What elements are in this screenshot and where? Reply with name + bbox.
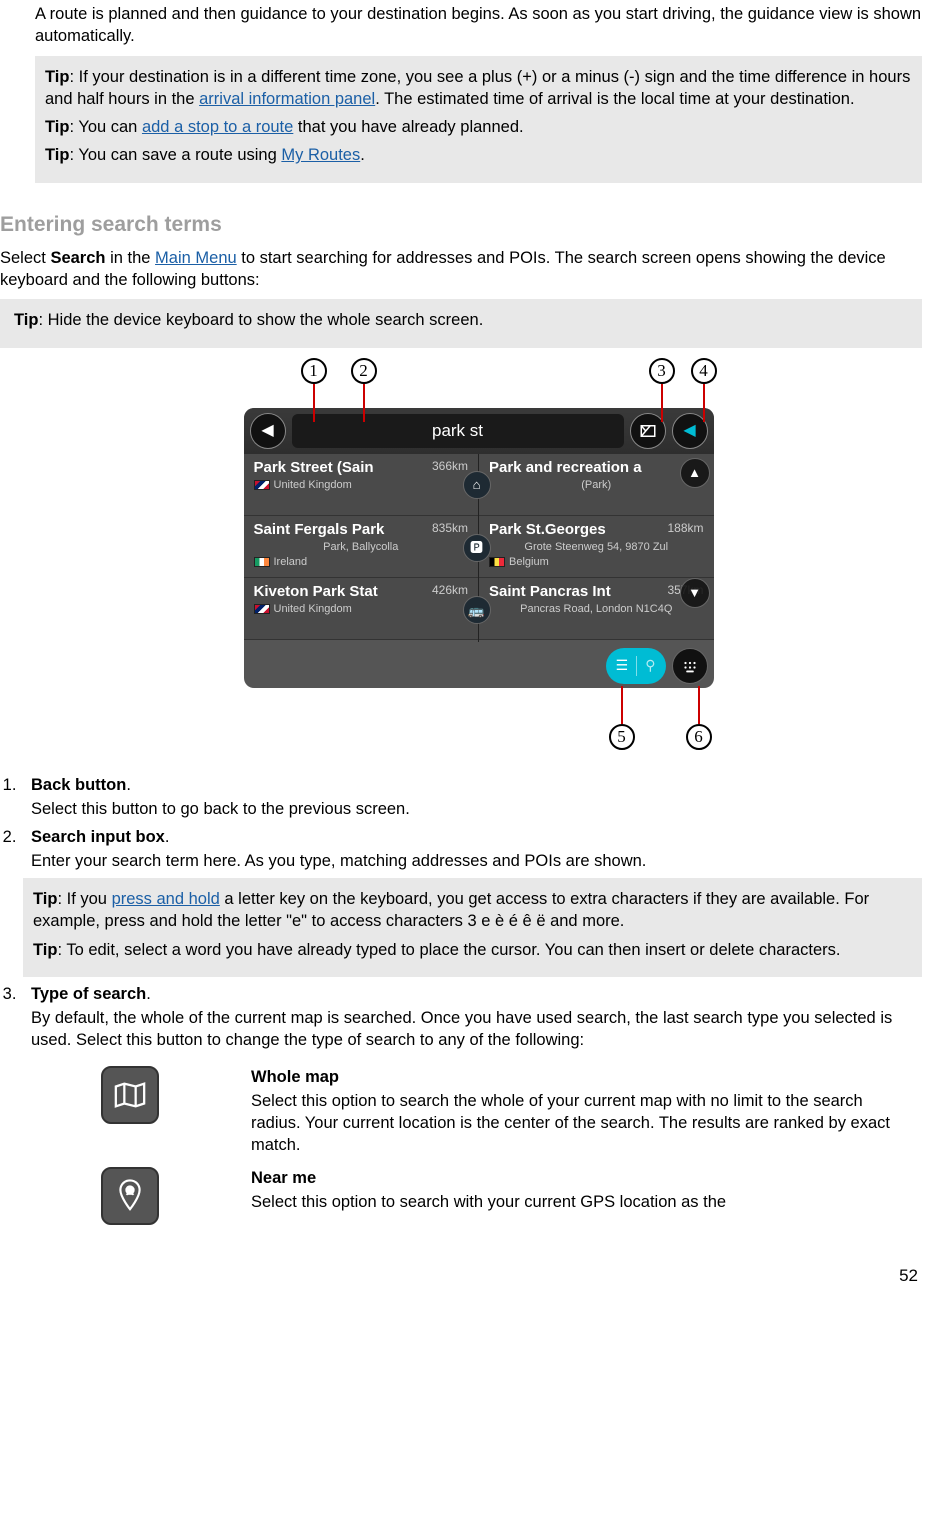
- link-arrival-info-panel[interactable]: arrival information panel: [199, 90, 375, 108]
- keyboard-button[interactable]: [672, 648, 708, 684]
- result-row[interactable]: Park and recreation a (Park): [479, 454, 714, 516]
- whole-map-icon: [101, 1066, 159, 1124]
- tip-text: that you have already planned.: [293, 118, 523, 136]
- category-icon: 🚌: [463, 596, 491, 624]
- callout-4: 4: [691, 358, 717, 384]
- tip-label: Tip: [45, 68, 69, 86]
- near-me-option: Near me Select this option to search wit…: [251, 1167, 912, 1225]
- address-results-column: Park Street (Sain366km United Kingdom Sa…: [244, 454, 480, 642]
- result-row[interactable]: Park Street (Sain366km United Kingdom: [244, 454, 479, 516]
- back-button[interactable]: ◀: [250, 413, 286, 449]
- callout-3: 3: [649, 358, 675, 384]
- tip-text: .: [360, 146, 365, 164]
- tip-label: Tip: [33, 890, 57, 908]
- callout-6: 6: [686, 724, 712, 750]
- callout-2: 2: [351, 358, 377, 384]
- device-screenshot: ◀ park st ◀ Park Street (Sain366km Unite…: [244, 408, 714, 688]
- near-me-icon: [101, 1167, 159, 1225]
- tip-box-3: Tip: If you press and hold a letter key …: [23, 878, 922, 977]
- list-item-3: Type of search. By default, the whole of…: [21, 983, 922, 1225]
- numbered-list: Back button. Select this button to go ba…: [21, 774, 922, 1225]
- search-paragraph: Select Search in the Main Menu to start …: [0, 247, 922, 292]
- result-row[interactable]: Kiveton Park Stat426km United Kingdom: [244, 578, 479, 640]
- list-icon: ☰: [616, 656, 629, 675]
- map-pin-icon: ⚲: [645, 656, 655, 675]
- tip-label: Tip: [45, 118, 69, 136]
- category-icon: 🅿: [463, 534, 491, 562]
- category-icon: ⌂: [463, 471, 491, 499]
- tip-text: : You can save a route using: [69, 146, 281, 164]
- whole-map-option: Whole map Select this option to search t…: [251, 1066, 912, 1157]
- callout-5: 5: [609, 724, 635, 750]
- result-row[interactable]: Saint Fergals Park835km Park, Ballycolla…: [244, 516, 479, 578]
- tip-label: Tip: [45, 146, 69, 164]
- intro-paragraph: A route is planned and then guidance to …: [35, 3, 922, 48]
- list-item-2: Search input box. Enter your search term…: [21, 826, 922, 977]
- flag-ie-icon: [254, 557, 270, 567]
- tip-label: Tip: [33, 941, 57, 959]
- flag-uk-icon: [254, 480, 270, 490]
- result-row[interactable]: Saint Pancras Int357km Pancras Road, Lon…: [479, 578, 714, 640]
- scroll-up-button[interactable]: ▲: [680, 458, 710, 488]
- list-map-toggle[interactable]: ☰ ⚲: [606, 648, 666, 684]
- tip-text: : Hide the device keyboard to show the w…: [38, 311, 483, 329]
- link-add-stop[interactable]: add a stop to a route: [142, 118, 293, 136]
- tip-box-1: Tip: If your destination is in a differe…: [35, 56, 922, 183]
- result-row[interactable]: Park St.Georges188km Grote Steenweg 54, …: [479, 516, 714, 578]
- scroll-down-button[interactable]: ▼: [680, 578, 710, 608]
- poi-results-column: Park and recreation a (Park) Park St.Geo…: [479, 454, 714, 642]
- tip-label: Tip: [14, 311, 38, 329]
- search-input[interactable]: park st: [292, 414, 624, 448]
- link-main-menu[interactable]: Main Menu: [155, 249, 237, 267]
- tip-text: : You can: [69, 118, 142, 136]
- link-my-routes[interactable]: My Routes: [281, 146, 360, 164]
- heading-entering-search-terms: Entering search terms: [0, 211, 922, 239]
- callout-1: 1: [301, 358, 327, 384]
- tip-box-2: Tip: Hide the device keyboard to show th…: [0, 299, 922, 347]
- flag-uk-icon: [254, 604, 270, 614]
- list-item-1: Back button. Select this button to go ba…: [21, 774, 922, 821]
- search-screen-figure: 1 2 3 4 ◀ park st ◀: [35, 358, 922, 754]
- tip-text: . The estimated time of arrival is the l…: [375, 90, 854, 108]
- page-number: 52: [0, 1265, 918, 1288]
- link-press-and-hold[interactable]: press and hold: [112, 890, 220, 908]
